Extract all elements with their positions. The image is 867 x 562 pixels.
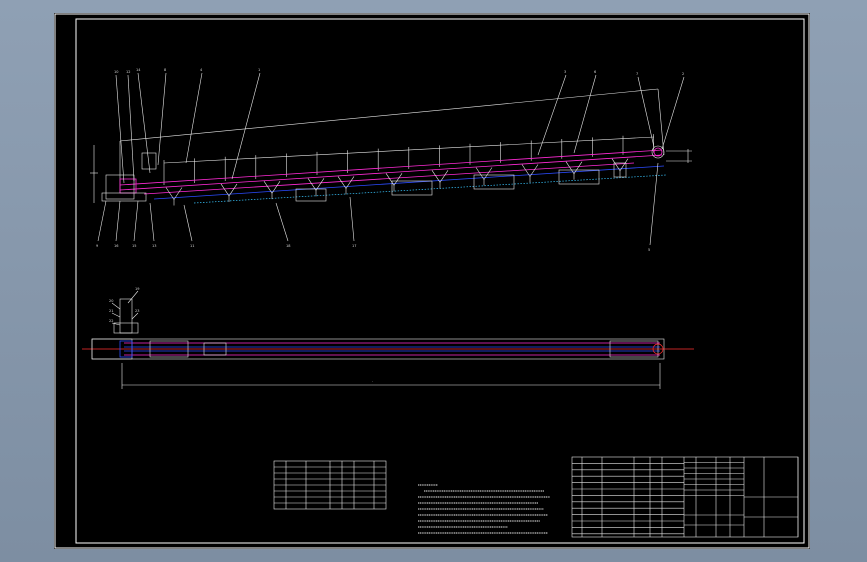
leader-label: 19 <box>135 287 139 291</box>
leader-label: 13 <box>152 244 156 248</box>
technical-notes <box>418 484 550 534</box>
leader-label: 9 <box>96 244 98 248</box>
leader-label: 14 <box>136 68 141 72</box>
leader-label: 16 <box>114 244 118 248</box>
leader-label: 6 <box>594 70 596 74</box>
leader-label: 8 <box>164 68 166 72</box>
plan-motor <box>119 298 133 334</box>
side-view: 10 12 14 8 4 1 3 6 7 2 9 16 15 13 11 18 175 <box>90 68 692 252</box>
plan-view: · 19 20 21 22 23 <box>82 287 694 389</box>
overall-length-dimension <box>119 88 659 142</box>
conveyor-drawing: 10 12 14 8 4 1 3 6 7 2 9 16 15 13 11 18 175 · 192021222… <box>54 13 810 549</box>
leader-label: 5 <box>648 248 650 252</box>
leaders-top: 10 12 14 8 4 1 3 6 7 2 <box>114 68 685 184</box>
leader-label: 17 <box>352 244 356 248</box>
leader-label: 21 <box>109 309 113 313</box>
head-pulley <box>653 147 663 157</box>
parts-table <box>273 460 387 510</box>
leader-label: 1 <box>258 68 260 72</box>
leader-label: 4 <box>200 68 203 72</box>
belt-lower <box>119 154 663 191</box>
leader-label: 11 <box>190 244 194 248</box>
leader-label: 7 <box>636 72 638 76</box>
leader-label: 23 <box>135 309 139 313</box>
leader-label: 18 <box>286 244 290 248</box>
inner-frame <box>75 18 805 544</box>
leader-label: 10 <box>114 70 118 74</box>
title-block <box>571 456 799 538</box>
floor-centerline <box>193 174 667 204</box>
leaders-plan: 19 20 21 22 23 <box>109 287 139 326</box>
leader-label: 2 <box>682 72 684 76</box>
leader-label: 15 <box>132 244 136 248</box>
svg-text:·: · <box>372 380 373 384</box>
leader-label: 3 <box>564 70 566 74</box>
leader-label: 20 <box>109 299 113 303</box>
leader-label: 12 <box>126 70 130 74</box>
leader-label: 22 <box>109 319 113 323</box>
cad-viewport[interactable]: 10 12 14 8 4 1 3 6 7 2 9 16 15 13 11 18 17 5 · 19 20 21 22 2… <box>54 13 810 549</box>
